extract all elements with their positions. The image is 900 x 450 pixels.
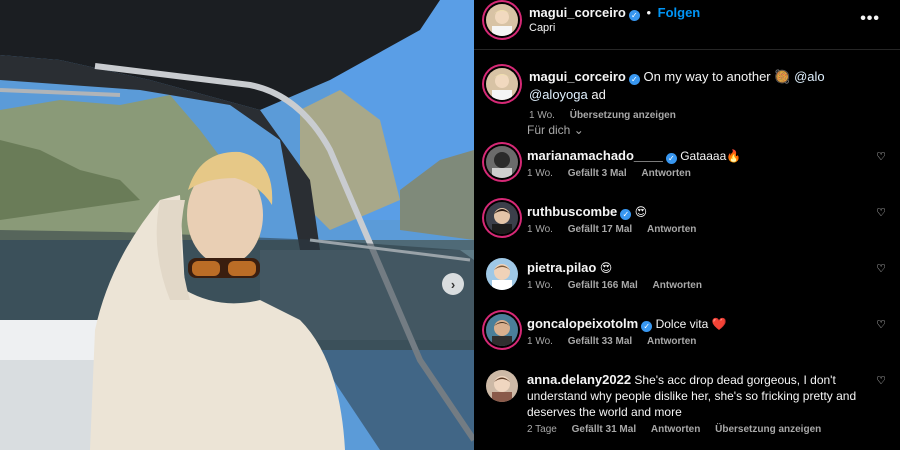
- comment-meta: 2 Tage Gefällt 31 Mal Antworten Übersetz…: [527, 424, 886, 435]
- verified-badge-icon: ✓: [628, 74, 640, 85]
- translate-button[interactable]: Übersetzung anzeigen: [570, 110, 676, 121]
- comment-likes[interactable]: Gefällt 3 Mal: [568, 168, 627, 179]
- caption-time[interactable]: 1 Wo.: [529, 110, 555, 121]
- caption-author-avatar[interactable]: [486, 68, 518, 100]
- post-photo[interactable]: ›: [0, 0, 474, 450]
- comment-meta: 1 Wo. Gefällt 17 Mal Antworten: [527, 224, 886, 235]
- comment-item: anna.delany2022 She's acc drop dead gorg…: [486, 370, 886, 435]
- commenter-username[interactable]: ruthbuscombe: [527, 204, 617, 219]
- caption-meta: 1 Wo. Übersetzung anzeigen: [529, 110, 886, 121]
- post-location[interactable]: Capri: [529, 22, 555, 34]
- like-heart-icon[interactable]: ♡: [876, 318, 886, 331]
- author-avatar[interactable]: [486, 4, 518, 36]
- caption-suffix: ad: [591, 87, 606, 102]
- comment-text: 😍: [634, 205, 648, 219]
- comment-likes[interactable]: Gefällt 17 Mal: [568, 224, 632, 235]
- comment-text: Gataaaa🔥: [680, 149, 742, 163]
- comment-time[interactable]: 1 Wo.: [527, 336, 553, 347]
- comment-likes[interactable]: Gefällt 33 Mal: [568, 336, 632, 347]
- comment-text: Dolce vita ❤️: [655, 317, 727, 331]
- reply-button[interactable]: Antworten: [647, 224, 696, 235]
- follow-button[interactable]: Folgen: [658, 5, 701, 20]
- comment-meta: 1 Wo. Gefällt 3 Mal Antworten: [527, 168, 886, 179]
- reply-button[interactable]: Antworten: [647, 336, 696, 347]
- comment-meta: 1 Wo. Gefällt 33 Mal Antworten: [527, 336, 886, 347]
- commenter-avatar[interactable]: [486, 370, 518, 402]
- sort-label: Für dich: [527, 123, 571, 137]
- commenter-username[interactable]: anna.delany2022: [527, 372, 631, 387]
- comment-meta: 1 Wo. Gefällt 166 Mal Antworten: [527, 280, 886, 291]
- post-caption: magui_corceiro ✓ On my way to another 🥘 @…: [486, 68, 886, 121]
- comment-body: ruthbuscombe ✓ 😍: [527, 202, 827, 220]
- next-image-button[interactable]: ›: [442, 273, 464, 295]
- comment-item: goncalopeixotolm ✓ Dolce vita ❤️ 1 Wo. Ge…: [486, 314, 886, 347]
- commenter-username[interactable]: marianamachado____: [527, 148, 663, 163]
- reply-button[interactable]: Antworten: [653, 280, 702, 291]
- reply-button[interactable]: Antworten: [641, 168, 690, 179]
- caption-username[interactable]: magui_corceiro: [529, 69, 626, 84]
- like-heart-icon[interactable]: ♡: [876, 206, 886, 219]
- comment-text: 😍: [599, 261, 613, 275]
- header-user-line: magui_corceiro ✓ • Folgen: [529, 5, 700, 21]
- like-heart-icon[interactable]: ♡: [876, 374, 886, 387]
- comment-item: marianamachado____ ✓ Gataaaa🔥 1 Wo. Gefäl…: [486, 146, 886, 179]
- verified-badge-icon: ✓: [628, 10, 640, 21]
- caption-body: On my way to another: [643, 69, 771, 84]
- comment-time[interactable]: 1 Wo.: [527, 224, 553, 235]
- post-side-panel: magui_corceiro ✓ • Folgen Capri ••• magui…: [474, 0, 900, 450]
- comment-body: goncalopeixotolm ✓ Dolce vita ❤️: [527, 314, 827, 332]
- post-header: magui_corceiro ✓ • Folgen Capri •••: [474, 0, 900, 50]
- photo-scene: [0, 0, 474, 450]
- comment-item: ruthbuscombe ✓ 😍 1 Wo. Gefällt 17 Mal Ant…: [486, 202, 886, 235]
- comment-time[interactable]: 2 Tage: [527, 424, 557, 435]
- comment-time[interactable]: 1 Wo.: [527, 280, 553, 291]
- comment-body: anna.delany2022 She's acc drop dead gorg…: [527, 370, 857, 420]
- comment-body: pietra.pilao 😍: [527, 258, 827, 276]
- comment-likes[interactable]: Gefällt 31 Mal: [572, 424, 636, 435]
- commenter-avatar[interactable]: [486, 146, 518, 178]
- verified-badge-icon: ✓: [665, 153, 677, 164]
- chevron-right-icon: ›: [450, 276, 456, 292]
- comment-time[interactable]: 1 Wo.: [527, 168, 553, 179]
- author-username[interactable]: magui_corceiro: [529, 5, 626, 20]
- more-options-icon[interactable]: •••: [860, 10, 880, 28]
- comment-body: marianamachado____ ✓ Gataaaa🔥: [527, 146, 827, 164]
- commenter-avatar[interactable]: [486, 314, 518, 346]
- commenter-username[interactable]: pietra.pilao: [527, 260, 596, 275]
- like-heart-icon[interactable]: ♡: [876, 262, 886, 275]
- dot-separator: •: [646, 5, 652, 20]
- commenter-avatar[interactable]: [486, 202, 518, 234]
- comment-item: pietra.pilao 😍 1 Wo. Gefällt 166 Mal Ant…: [486, 258, 886, 291]
- bowl-emoji-icon: 🥘: [774, 69, 791, 84]
- reply-button[interactable]: Antworten: [651, 424, 700, 435]
- comment-likes[interactable]: Gefällt 166 Mal: [568, 280, 638, 291]
- commenter-avatar[interactable]: [486, 258, 518, 290]
- commenter-username[interactable]: goncalopeixotolm: [527, 316, 638, 331]
- comment-sort-dropdown[interactable]: Für dich ⌄: [527, 123, 584, 137]
- verified-badge-icon: ✓: [620, 209, 632, 220]
- chevron-down-icon: ⌄: [573, 123, 584, 137]
- translate-button[interactable]: Übersetzung anzeigen: [715, 424, 821, 435]
- like-heart-icon[interactable]: ♡: [876, 150, 886, 163]
- verified-badge-icon: ✓: [641, 321, 653, 332]
- caption-text: magui_corceiro ✓ On my way to another 🥘 @…: [486, 68, 886, 104]
